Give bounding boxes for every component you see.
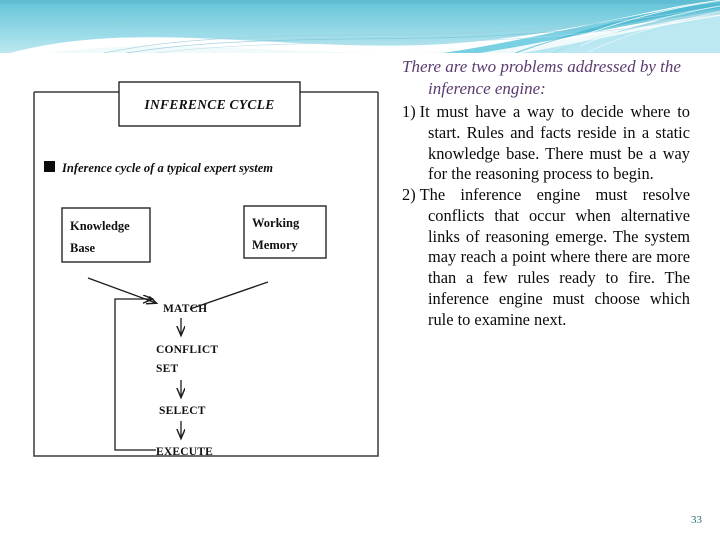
numbered-item-1-marker: 1): [402, 102, 416, 122]
numbered-item-2-marker: 2): [402, 185, 416, 205]
page-number: 33: [691, 514, 702, 526]
diagram-caption: Inference cycle of a typical expert syst…: [61, 161, 273, 175]
working-memory-label-line-1: Working: [252, 216, 300, 230]
step-select-label: SELECT: [159, 405, 206, 417]
step-execute-label: EXECUTE: [156, 446, 213, 458]
knowledge-base-label-line-1: Knowledge: [70, 219, 130, 233]
connector-execute-feedback-to-match: [114, 299, 156, 451]
numbered-item-2-text: The inference engine must resolve confli…: [419, 185, 690, 329]
square-bullet-icon: [44, 161, 55, 172]
step-conflict-set-label-line-2: SET: [156, 363, 178, 375]
numbered-item-2: 2) The inference engine must resolve conf…: [402, 185, 690, 330]
text-column: There are two problems addressed by the …: [402, 56, 690, 330]
working-memory-label-line-2: Memory: [252, 238, 299, 252]
slide-canvas: INFERENCE CYCLE Inference cycle of a typ…: [0, 0, 720, 540]
step-conflict-set-label-line-1: CONFLICT: [156, 344, 218, 356]
inference-cycle-diagram: INFERENCE CYCLE Inference cycle of a typ…: [0, 60, 400, 470]
diagram-title-label: INFERENCE CYCLE: [143, 97, 274, 112]
knowledge-base-label-line-2: Base: [70, 241, 95, 255]
step-match-label: MATCH: [163, 303, 207, 315]
numbered-item-1: 1) It must have a way to decide where to …: [402, 102, 690, 185]
lead-paragraph: There are two problems addressed by the …: [402, 57, 681, 99]
numbered-item-1-text: It must have a way to decide where to st…: [419, 102, 690, 184]
